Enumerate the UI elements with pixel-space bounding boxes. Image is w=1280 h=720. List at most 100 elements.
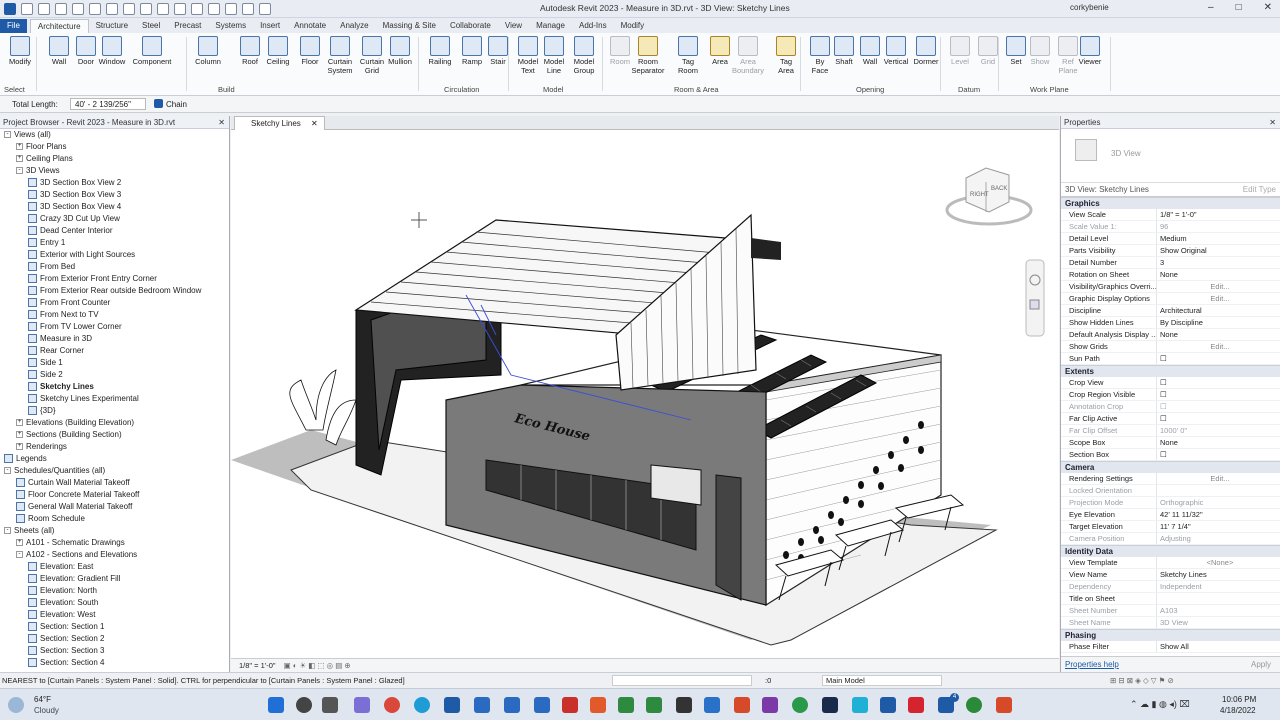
property-value[interactable]: 3D View: [1157, 617, 1280, 628]
curtain-system-button[interactable]: Curtain System: [326, 36, 354, 75]
collapse-icon[interactable]: -: [16, 551, 23, 559]
browser-item[interactable]: - Schedules/Quantities (all): [0, 465, 229, 477]
property-value[interactable]: Edit...: [1157, 473, 1280, 484]
property-row[interactable]: Title on Sheet: [1061, 593, 1280, 605]
clock-time[interactable]: 10:06 PM: [1222, 695, 1256, 704]
browser-item[interactable]: General Wall Material Takeoff: [0, 501, 229, 513]
property-row[interactable]: Annotation Crop ☐: [1061, 401, 1280, 413]
collapse-icon[interactable]: -: [4, 527, 11, 535]
browser-item[interactable]: From Exterior Rear outside Bedroom Windo…: [0, 285, 229, 297]
maximize-icon[interactable]: □: [1236, 2, 1242, 13]
tab-add-ins[interactable]: Add-Ins: [572, 19, 614, 33]
door-button[interactable]: Door: [72, 36, 100, 67]
browser-item[interactable]: Section: Section 2: [0, 633, 229, 645]
teams-icon[interactable]: [354, 697, 370, 713]
model-line-button[interactable]: Model Line: [540, 36, 568, 75]
browser-item[interactable]: Curtain Wall Material Takeoff: [0, 477, 229, 489]
tab-insert[interactable]: Insert: [253, 19, 287, 33]
property-value[interactable]: 3: [1157, 257, 1280, 268]
property-row[interactable]: Default Analysis Display ... None: [1061, 329, 1280, 341]
expand-icon[interactable]: +: [16, 143, 23, 151]
task-view-icon[interactable]: [322, 697, 338, 713]
properties-help-link[interactable]: Properties help: [1065, 660, 1119, 669]
property-value[interactable]: Medium: [1157, 233, 1280, 244]
app-icon[interactable]: [852, 697, 868, 713]
browser-item[interactable]: From Exterior Front Entry Corner: [0, 273, 229, 285]
close-icon[interactable]: ✕: [218, 116, 225, 129]
browser-item[interactable]: Elevation: West: [0, 609, 229, 621]
acrobat-icon[interactable]: [590, 697, 606, 713]
property-row[interactable]: Camera Position Adjusting: [1061, 533, 1280, 545]
text-icon[interactable]: [174, 2, 186, 15]
app-icon[interactable]: [822, 697, 838, 713]
browser-item[interactable]: Dead Center Interior: [0, 225, 229, 237]
tab-collaborate[interactable]: Collaborate: [443, 19, 498, 33]
area-button[interactable]: Area: [706, 36, 734, 67]
tab-precast[interactable]: Precast: [167, 19, 208, 33]
property-value[interactable]: Orthographic: [1157, 497, 1280, 508]
thin-lines-icon[interactable]: [225, 2, 237, 15]
property-row[interactable]: Scale Value 1: 96: [1061, 221, 1280, 233]
tab-architecture[interactable]: Architecture: [29, 19, 89, 33]
property-value[interactable]: 1000' 0": [1157, 425, 1280, 436]
browser-item[interactable]: From TV Lower Corner: [0, 321, 229, 333]
property-row[interactable]: Crop View ☐: [1061, 377, 1280, 389]
column-button[interactable]: Column: [194, 36, 222, 67]
sheets-icon[interactable]: [618, 697, 634, 713]
property-value[interactable]: ☐: [1157, 413, 1280, 424]
clock-date[interactable]: 4/18/2022: [1220, 706, 1256, 715]
browser-item[interactable]: From Bed: [0, 261, 229, 273]
browser-item[interactable]: Sketchy Lines: [0, 381, 229, 393]
workset-field[interactable]: [612, 675, 752, 686]
property-row[interactable]: Detail Level Medium: [1061, 233, 1280, 245]
edge-icon[interactable]: [414, 697, 430, 713]
room-button[interactable]: Room: [606, 36, 634, 67]
property-value[interactable]: None: [1157, 437, 1280, 448]
component-button[interactable]: Component: [133, 36, 171, 67]
model-viewport[interactable]: Eco House RIGHT BACK: [231, 130, 1059, 658]
curtain-grid-button[interactable]: Curtain Grid: [358, 36, 386, 75]
measure-icon[interactable]: [123, 2, 135, 15]
selection-filters[interactable]: ⊞ ⊟ ⊠ ◈ ◇ ▽ ⚑ ⊘: [1110, 673, 1174, 688]
browser-item[interactable]: - A102 - Sections and Elevations: [0, 549, 229, 561]
browser-item[interactable]: Crazy 3D Cut Up View: [0, 213, 229, 225]
property-row[interactable]: Rotation on Sheet None: [1061, 269, 1280, 281]
model-group-button[interactable]: Model Group: [570, 36, 598, 75]
tab-analyze[interactable]: Analyze: [333, 19, 375, 33]
expand-icon[interactable]: +: [16, 419, 23, 427]
autocad-icon[interactable]: [562, 697, 578, 713]
app-icon[interactable]: [880, 697, 896, 713]
ceiling-button[interactable]: Ceiling: [264, 36, 292, 67]
floor-button[interactable]: Floor: [296, 36, 324, 67]
browser-item[interactable]: Section: Section 3: [0, 645, 229, 657]
navigation-bar[interactable]: [1025, 259, 1045, 337]
expand-icon[interactable]: +: [16, 431, 23, 439]
property-row[interactable]: Sheet Number A103: [1061, 605, 1280, 617]
browser-item[interactable]: Section: Section 1: [0, 621, 229, 633]
properties-section-header[interactable]: Graphics: [1061, 197, 1280, 209]
chrome-icon[interactable]: [384, 697, 400, 713]
browser-item[interactable]: Room Schedule: [0, 513, 229, 525]
properties-section-header[interactable]: Phasing: [1061, 629, 1280, 641]
property-value[interactable]: Show All: [1157, 641, 1280, 652]
property-value[interactable]: <None>: [1157, 557, 1280, 568]
expand-icon[interactable]: +: [16, 155, 23, 163]
shaft-button[interactable]: Shaft: [830, 36, 858, 67]
model-text-button[interactable]: Model Text: [514, 36, 542, 75]
property-value[interactable]: By Discipline: [1157, 317, 1280, 328]
expand-icon[interactable]: +: [16, 443, 23, 451]
property-value[interactable]: Edit...: [1157, 281, 1280, 292]
redo-icon[interactable]: [89, 2, 101, 15]
browser-item[interactable]: Elevation: South: [0, 597, 229, 609]
property-row[interactable]: Graphic Display Options Edit...: [1061, 293, 1280, 305]
property-row[interactable]: Crop Region Visible ☐: [1061, 389, 1280, 401]
property-row[interactable]: View Template <None>: [1061, 557, 1280, 569]
print-icon[interactable]: [106, 2, 118, 15]
property-value[interactable]: ☐: [1157, 449, 1280, 460]
expand-icon[interactable]: +: [16, 539, 23, 547]
spotify-icon[interactable]: [966, 697, 982, 713]
section-icon[interactable]: [208, 2, 220, 15]
design-option-field[interactable]: Main Model: [822, 675, 942, 686]
area-boundary-button[interactable]: Area Boundary: [732, 36, 764, 75]
room-separator-button[interactable]: Room Separator: [632, 36, 664, 75]
